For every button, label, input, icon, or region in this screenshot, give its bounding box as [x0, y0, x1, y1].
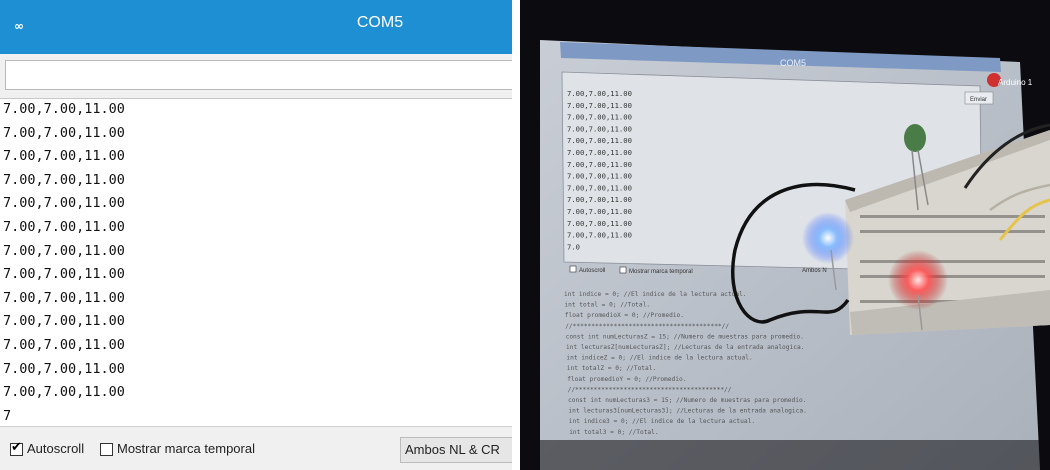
serial-line: 7.00,7.00,11.00 [3, 384, 125, 401]
photo-code-line: int lecturas3[numLecturas3]; //Lecturas … [568, 408, 806, 415]
photo-title: COM5 [780, 58, 806, 68]
serial-line: 7.00,7.00,11.00 [3, 266, 125, 283]
serial-line: 7.00,7.00,11.00 [3, 242, 125, 259]
autoscroll-label: Autoscroll [27, 441, 85, 456]
photo-autoscroll-checkbox [569, 265, 577, 273]
photo-code-line: int indice3 = 0; //El indice de la lectu… [569, 418, 755, 425]
autoscroll-checkbox[interactable]: ✔ [10, 440, 23, 456]
timestamp-label: Mostrar marca temporal [117, 441, 255, 456]
photo-serial-line: 7.00,7.00,11.00 [567, 89, 632, 98]
serial-line: 7.00,7.00,11.00 [3, 195, 125, 212]
photo-line-ending: Ambos N [802, 268, 827, 274]
photo-timestamp-checkbox [619, 266, 627, 274]
photo-serial-line: 7.0 [567, 242, 580, 251]
serial-line: 7.00,7.00,11.00 [3, 101, 125, 117]
photo-serial-line: 7.00,7.00,11.00 [567, 219, 632, 228]
serial-monitor-window: ∞ COM5 7.00,7.00,11.00 7.00,7.00,11.00 7.0… [0, 0, 512, 470]
photo-monitor-breadboard: COM5 Arduino 1 Enviar 7.00,7.00,11.00 7.0… [520, 0, 1050, 470]
send-bar [0, 54, 512, 98]
serial-output[interactable]: 7.00,7.00,11.00 7.00,7.00,11.00 7.00,7.00,… [0, 98, 512, 427]
photo-timestamp-label: Mostrar marca temporal [629, 269, 693, 275]
photo-code-line: int indiceZ = 0; //El indice de la lectu… [566, 355, 752, 362]
title-bar: ∞ COM5 [0, 0, 512, 54]
photo-serial-line: 7.00,7.00,11.00 [567, 207, 632, 216]
photo-code-line: int total3 = 0; //Total. [569, 429, 658, 436]
photo-code-line: int totalZ = 0; //Total. [567, 365, 656, 372]
photo-code-line: //**************************************… [568, 386, 732, 393]
line-ending-value: Ambos NL & CR [405, 442, 500, 457]
footer-bar: ✔ Autoscroll Mostrar marca temporal Ambo… [0, 426, 512, 470]
photo-serial-line: 7.00,7.00,11.00 [567, 183, 632, 192]
photo-serial-line: 7.00,7.00,11.00 [567, 101, 632, 110]
photo-code-line: //**************************************… [565, 323, 729, 330]
send-input[interactable] [5, 60, 512, 90]
photo-serial-line: 7.00,7.00,11.00 [567, 231, 632, 240]
photo-scene: COM5 Arduino 1 Enviar 7.00,7.00,11.00 7.0… [520, 0, 1050, 470]
line-ending-select[interactable]: Ambos NL & CR ⌄ [400, 437, 512, 463]
photo-serial-line: 7.00,7.00,11.00 [567, 148, 632, 157]
photo-code-line: float promedioX = 0; //Promedio. [565, 312, 684, 319]
blue-led [802, 212, 854, 264]
photo-serial-line: 7.00,7.00,11.00 [567, 124, 632, 133]
photo-code-line: float promedioY = 0; //Promedio. [567, 376, 686, 383]
photo-serial-line: 7.00,7.00,11.00 [567, 195, 632, 204]
photo-arduino-label: Arduino 1 [998, 78, 1033, 87]
timestamp-checkbox[interactable] [100, 443, 113, 456]
serial-line: 7.00,7.00,11.00 [3, 313, 125, 330]
serial-line: 7.00,7.00,11.00 [3, 124, 125, 141]
window-title: COM5 [356, 14, 404, 31]
serial-line: 7.00,7.00,11.00 [3, 289, 125, 306]
photo-serial-line: 7.00,7.00,11.00 [567, 113, 632, 122]
photo-send-label: Enviar [970, 97, 987, 103]
photo-code-line: int indice = 0; //El indice de la lectur… [564, 291, 747, 298]
serial-line: 7.00,7.00,11.00 [3, 171, 125, 188]
photo-code-line: const int numLecturasZ = 15; //Numero de… [566, 333, 804, 340]
photo-serial-line: 7.00,7.00,11.00 [567, 172, 632, 181]
serial-line: 7.00,7.00,11.00 [3, 219, 125, 235]
serial-line: 7.00,7.00,11.00 [3, 337, 125, 353]
photo-serial-line: 7.00,7.00,11.00 [567, 160, 632, 169]
photo-serial-line: 7.00,7.00,11.00 [567, 136, 632, 145]
photo-code-line: int total = 0; //Total. [564, 302, 650, 309]
photo-autoscroll-label: Autoscroll [579, 268, 605, 274]
photo-code-line: const int numLecturas3 = 15; //Numero de… [568, 397, 806, 404]
checkmark-icon: ✔ [11, 440, 22, 455]
serial-line: 7.00,7.00,11.00 [3, 360, 125, 377]
serial-line: 7.00,7.00,11.00 [3, 148, 125, 165]
green-led [904, 124, 926, 152]
photo-code-line: int lecturasZ[numLecturasZ]; //Lecturas … [566, 344, 804, 351]
